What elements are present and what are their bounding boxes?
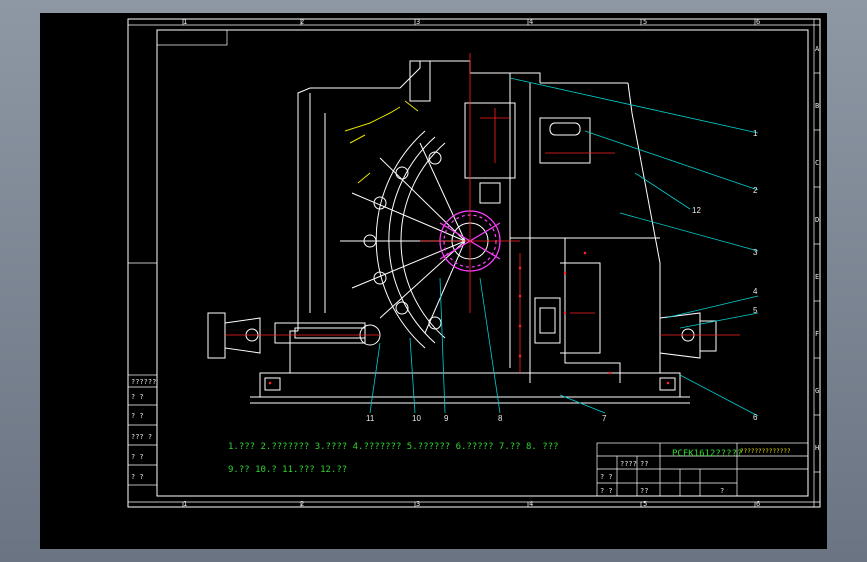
revision-table bbox=[127, 374, 158, 486]
callout-label: 7 bbox=[602, 414, 607, 423]
title-block-cell: ???? bbox=[620, 460, 637, 468]
zone-ticks bbox=[128, 19, 820, 507]
column-label-top: 6 bbox=[756, 18, 760, 26]
callout-label: 11 bbox=[366, 414, 375, 423]
row-label: F bbox=[815, 330, 819, 338]
callout-label: 12 bbox=[692, 206, 701, 215]
callout-label: 1 bbox=[753, 129, 758, 138]
revision-label: ? ? bbox=[131, 453, 144, 461]
leader-lines bbox=[369, 77, 759, 417]
callout-label: 9 bbox=[444, 414, 449, 423]
centerlines bbox=[225, 53, 740, 373]
column-label-top: 5 bbox=[643, 18, 647, 26]
column-label-top: 4 bbox=[529, 18, 533, 26]
revision-label: ? ? bbox=[131, 412, 144, 420]
callout-label: 4 bbox=[753, 287, 758, 296]
title-block-cell: ? bbox=[720, 487, 724, 495]
column-label-bottom: 5 bbox=[643, 500, 647, 508]
row-label: D bbox=[815, 216, 819, 224]
label-box bbox=[156, 29, 228, 46]
callout-label: 2 bbox=[753, 186, 758, 195]
notes-line-2: 9.?? 10.? 11.??? 12.?? bbox=[228, 465, 347, 475]
bolt-dots bbox=[268, 251, 670, 385]
revision-label: ??? ? bbox=[131, 433, 152, 441]
title-block-cell: ?? bbox=[640, 487, 648, 495]
drawing-title: PCFK1612????? bbox=[672, 449, 742, 459]
callout-label: 10 bbox=[412, 414, 421, 423]
row-label: G bbox=[815, 387, 819, 395]
notes-line-1: 1.??? 2.??????? 3.???? 4.??????? 5.?????… bbox=[228, 442, 559, 452]
drawing-subtitle: ?????????????? bbox=[740, 448, 791, 455]
revision-label: ? ? bbox=[131, 473, 144, 481]
column-label-bottom: 4 bbox=[529, 500, 533, 508]
revision-label: ? ? bbox=[131, 393, 144, 401]
row-label: H bbox=[815, 444, 819, 452]
column-label-top: 2 bbox=[300, 18, 304, 26]
column-label-bottom: 1 bbox=[183, 500, 187, 508]
drawing-canvas: ??????? ?? ???? ?? ?? ? 1 2 12 3 4 5 6 1… bbox=[40, 13, 827, 549]
column-label-bottom: 2 bbox=[300, 500, 304, 508]
callout-label: 8 bbox=[498, 414, 503, 423]
column-label-bottom: 3 bbox=[416, 500, 420, 508]
title-block-cell: ?? bbox=[640, 460, 648, 468]
callout-label: 5 bbox=[753, 306, 758, 315]
column-label-top: 1 bbox=[183, 18, 187, 26]
column-label-bottom: 6 bbox=[756, 500, 760, 508]
machine-body bbox=[207, 60, 717, 404]
title-block-cell: ? ? bbox=[600, 487, 613, 495]
row-label: B bbox=[815, 102, 819, 110]
row-label: E bbox=[815, 273, 819, 281]
inner-frame bbox=[156, 29, 809, 497]
callout-label: 6 bbox=[753, 413, 758, 422]
column-label-top: 3 bbox=[416, 18, 420, 26]
row-label: C bbox=[815, 159, 819, 167]
revision-label: ?????? bbox=[131, 378, 156, 386]
cad-drawing: ??????? ?? ???? ?? ?? ? 12123456 11 10 9… bbox=[127, 18, 821, 508]
outer-frame bbox=[127, 18, 821, 508]
title-block-cell: ? ? bbox=[600, 473, 613, 481]
row-label: A bbox=[815, 45, 820, 53]
callout-label: 3 bbox=[753, 248, 758, 257]
